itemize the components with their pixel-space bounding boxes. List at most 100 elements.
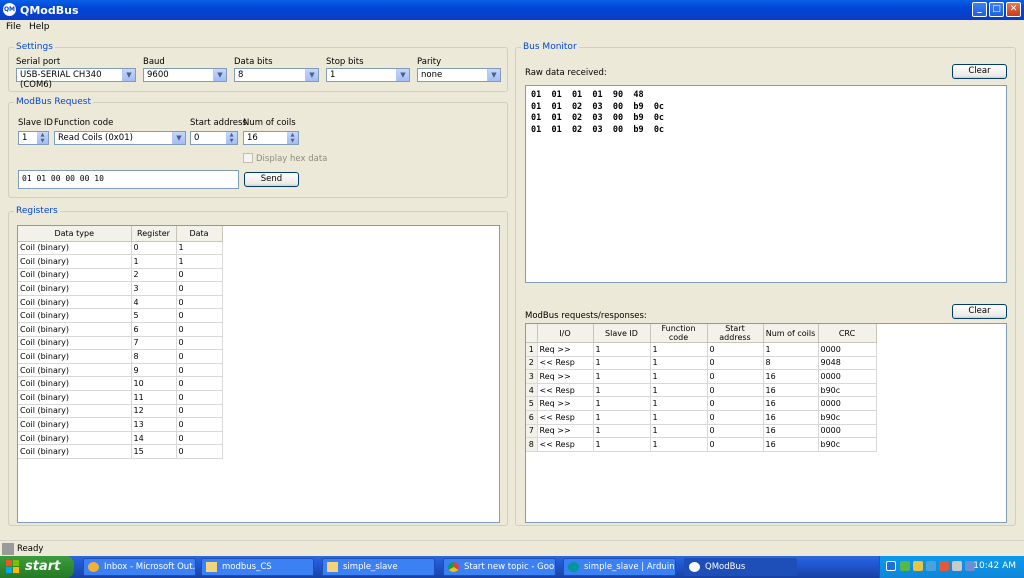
security-icon[interactable] (939, 561, 949, 571)
column-header-num-coils[interactable]: Num of coils (763, 324, 819, 343)
data-type-cell[interactable]: Coil (binary) (18, 376, 132, 392)
table-row[interactable]: Coil (binary) 14 0 (18, 431, 223, 446)
num-coils-cell[interactable]: 8 (763, 356, 819, 371)
data-cell[interactable]: 0 (176, 308, 223, 324)
table-row[interactable]: Coil (binary) 11 0 (18, 390, 223, 405)
io-cell[interactable]: Req >> (537, 342, 594, 357)
num-coils-cell[interactable]: 1 (763, 342, 819, 357)
display-hex-checkbox[interactable] (243, 153, 253, 163)
slave-id-cell[interactable]: 1 (593, 383, 651, 398)
start-button[interactable]: start (0, 556, 74, 578)
spin-arrows-icon[interactable]: ▲ ▼ (37, 132, 48, 144)
tray-arrow-icon[interactable] (886, 561, 896, 571)
table-row[interactable]: Coil (binary) 4 0 (18, 295, 223, 310)
crc-cell[interactable]: b90c (818, 383, 877, 398)
data-bits-select[interactable]: 8 ▼ (234, 68, 319, 82)
column-header-slave-id[interactable]: Slave ID (593, 324, 651, 343)
table-row[interactable]: 6 << Resp 1 1 0 16 b90c (526, 410, 877, 425)
task-arduino[interactable]: simple_slave | Arduin... (563, 558, 676, 576)
register-cell[interactable]: 13 (131, 417, 177, 432)
register-cell[interactable]: 10 (131, 376, 177, 392)
menu-file[interactable]: File (6, 22, 21, 32)
stop-bits-select[interactable]: 1 ▼ (326, 68, 410, 82)
function-code-cell[interactable]: 1 (650, 356, 708, 371)
table-row[interactable]: 7 Req >> 1 1 0 16 0000 (526, 424, 877, 439)
register-cell[interactable]: 7 (131, 336, 177, 351)
notification-icon[interactable] (913, 561, 923, 571)
function-code-cell[interactable]: 1 (650, 383, 708, 398)
raw-data-output[interactable]: 01 01 01 01 90 48 01 01 02 03 00 b9 0c 01 … (525, 85, 1007, 283)
data-type-cell[interactable]: Coil (binary) (18, 349, 132, 364)
data-cell[interactable]: 0 (176, 295, 223, 310)
column-header-start-address[interactable]: Start address (707, 324, 764, 343)
num-coils-spinbox[interactable]: 16 ▲ ▼ (243, 131, 299, 145)
data-cell[interactable]: 0 (176, 404, 223, 419)
data-type-cell[interactable]: Coil (binary) (18, 241, 132, 256)
registers-table[interactable]: Data type Register Data Coil (binary) 0 1 C… (17, 225, 500, 523)
column-header-data[interactable]: Data (176, 226, 223, 242)
slave-id-cell[interactable]: 1 (593, 342, 651, 357)
register-cell[interactable]: 3 (131, 281, 177, 296)
crc-cell[interactable]: 0000 (818, 342, 877, 357)
data-type-cell[interactable]: Coil (binary) (18, 404, 132, 419)
function-code-select[interactable]: Read Coils (0x01) ▼ (54, 131, 186, 145)
data-cell[interactable]: 0 (176, 417, 223, 432)
table-row[interactable]: Coil (binary) 12 0 (18, 404, 223, 419)
data-type-cell[interactable]: Coil (binary) (18, 295, 132, 310)
slave-id-cell[interactable]: 1 (593, 369, 651, 384)
data-type-cell[interactable]: Coil (binary) (18, 254, 132, 269)
register-cell[interactable]: 14 (131, 431, 177, 446)
baud-select[interactable]: 9600 ▼ (143, 68, 227, 82)
task-modbus-cs[interactable]: modbus_CS (201, 558, 314, 576)
data-type-cell[interactable]: Coil (binary) (18, 308, 132, 324)
table-row[interactable]: Coil (binary) 7 0 (18, 336, 223, 351)
function-code-cell[interactable]: 1 (650, 410, 708, 425)
data-cell[interactable]: 0 (176, 431, 223, 446)
column-header-io[interactable]: I/O (537, 324, 594, 343)
data-type-cell[interactable]: Coil (binary) (18, 336, 132, 351)
crc-cell[interactable]: b90c (818, 437, 877, 452)
column-header-function-code[interactable]: Function code (650, 324, 708, 343)
menu-help[interactable]: Help (29, 22, 50, 32)
num-coils-cell[interactable]: 16 (763, 369, 819, 384)
data-type-cell[interactable]: Coil (binary) (18, 444, 132, 459)
table-row[interactable]: Coil (binary) 2 0 (18, 268, 223, 283)
table-row[interactable]: Coil (binary) 1 1 (18, 254, 223, 269)
crc-cell[interactable]: 0000 (818, 424, 877, 439)
crc-cell[interactable]: b90c (818, 410, 877, 425)
crc-cell[interactable]: 0000 (818, 396, 877, 411)
table-row[interactable]: Coil (binary) 6 0 (18, 322, 223, 337)
start-address-cell[interactable]: 0 (707, 383, 764, 398)
clear-raw-button[interactable]: Clear (952, 64, 1007, 79)
start-address-cell[interactable]: 0 (707, 410, 764, 425)
io-cell[interactable]: Req >> (537, 396, 594, 411)
data-type-cell[interactable]: Coil (binary) (18, 431, 132, 446)
start-address-cell[interactable]: 0 (707, 437, 764, 452)
data-type-cell[interactable]: Coil (binary) (18, 322, 132, 337)
register-cell[interactable]: 11 (131, 390, 177, 405)
data-cell[interactable]: 1 (176, 254, 223, 269)
slave-id-spinbox[interactable]: 1 ▲ ▼ (18, 131, 49, 145)
function-code-cell[interactable]: 1 (650, 396, 708, 411)
register-cell[interactable]: 2 (131, 268, 177, 283)
data-type-cell[interactable]: Coil (binary) (18, 268, 132, 283)
data-type-cell[interactable]: Coil (binary) (18, 281, 132, 296)
function-code-cell[interactable]: 1 (650, 437, 708, 452)
num-coils-cell[interactable]: 16 (763, 396, 819, 411)
slave-id-cell[interactable]: 1 (593, 424, 651, 439)
column-header-crc[interactable]: CRC (818, 324, 877, 343)
table-row[interactable]: 8 << Resp 1 1 0 16 b90c (526, 437, 877, 452)
network-icon[interactable] (900, 561, 910, 571)
io-cell[interactable]: Req >> (537, 369, 594, 384)
slave-id-cell[interactable]: 1 (593, 410, 651, 425)
data-type-cell[interactable]: Coil (binary) (18, 363, 132, 378)
send-button[interactable]: Send (244, 172, 299, 187)
data-cell[interactable]: 0 (176, 363, 223, 378)
crc-cell[interactable]: 9048 (818, 356, 877, 371)
start-address-cell[interactable]: 0 (707, 369, 764, 384)
minimize-button[interactable]: _ (972, 2, 987, 17)
slave-id-cell[interactable]: 1 (593, 396, 651, 411)
table-row[interactable]: Coil (binary) 3 0 (18, 281, 223, 296)
task-outlook[interactable]: Inbox - Microsoft Out... (83, 558, 196, 576)
table-row[interactable]: 3 Req >> 1 1 0 16 0000 (526, 369, 877, 384)
